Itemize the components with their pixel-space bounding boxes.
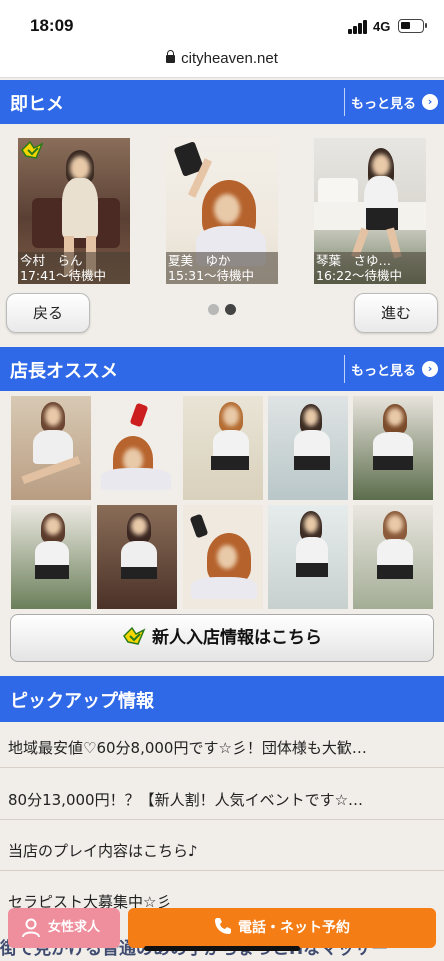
- newcomer-info-button[interactable]: 新人入店情報はこちら: [10, 614, 434, 662]
- card-caption: 琴葉 さゆ… 16:22～待機中: [314, 252, 426, 284]
- signal-icon: [348, 20, 370, 34]
- recommend-photo[interactable]: [97, 505, 177, 609]
- recommend-photo[interactable]: [353, 396, 433, 500]
- pager-dot[interactable]: [208, 304, 219, 315]
- pickup-item[interactable]: 80分13,000円！？【新人割！人気イベントです☆…: [0, 780, 444, 820]
- more-link[interactable]: もっと見る ›: [344, 88, 444, 116]
- recommend-photo[interactable]: [353, 505, 433, 609]
- call-reserve-button[interactable]: 電話・ネット予約: [128, 908, 436, 948]
- pager-dot-active[interactable]: [225, 304, 236, 315]
- person-icon: [22, 918, 40, 938]
- bottom-action-bar: 女性求人 電話・ネット予約: [0, 900, 444, 961]
- call-label: 電話・ネット予約: [238, 920, 350, 936]
- recruit-label: 女性求人: [48, 920, 101, 935]
- home-indicator: [144, 946, 300, 951]
- section-header-recommend: 店長オススメ もっと見る ›: [0, 347, 444, 391]
- battery-icon: [398, 19, 427, 33]
- recommend-photo[interactable]: [268, 505, 348, 609]
- network-type: 4G: [373, 19, 391, 34]
- url-bar[interactable]: cityheaven.net: [0, 44, 444, 78]
- section-title: 即ヒメ: [10, 94, 64, 115]
- back-button[interactable]: 戻る: [6, 293, 90, 333]
- recommend-photo[interactable]: [11, 505, 91, 609]
- section-title: ピックアップ情報: [10, 691, 154, 712]
- pickup-item[interactable]: 地域最安値♡60分8,000円です☆彡！団体様も大歓…: [0, 728, 444, 768]
- girl-name: 今村 らん: [20, 253, 83, 268]
- section-title: 店長オススメ: [10, 361, 118, 382]
- next-button[interactable]: 進む: [354, 293, 438, 333]
- girl-status: 17:41～待機中: [20, 268, 107, 283]
- recommend-photo[interactable]: [183, 505, 263, 609]
- recommend-photo[interactable]: [11, 396, 91, 500]
- lock-icon: [166, 50, 176, 63]
- phone-icon: [215, 918, 231, 934]
- chevron-right-icon: ›: [422, 361, 438, 377]
- status-bar: 18:09 4G: [0, 0, 444, 44]
- more-link[interactable]: もっと見る ›: [344, 355, 444, 383]
- more-label: もっと見る: [351, 97, 417, 112]
- status-time: 18:09: [30, 16, 74, 35]
- newcomer-label: 新人入店情報はこちら: [152, 628, 322, 648]
- section-header-pickup: ピックアップ情報: [0, 676, 444, 722]
- girl-name: 琴葉 さゆ…: [316, 253, 392, 268]
- girl-name: 夏美 ゆか: [168, 253, 231, 268]
- recommend-photo[interactable]: [183, 396, 263, 500]
- girl-card[interactable]: 琴葉 さゆ… 16:22～待機中: [314, 138, 426, 284]
- card-caption: 夏美 ゆか 15:31～待機中: [166, 252, 278, 284]
- recommend-photo[interactable]: [97, 396, 177, 500]
- girl-card[interactable]: 夏美 ゆか 15:31～待機中: [166, 138, 278, 284]
- new-badge-icon: [123, 626, 146, 645]
- girl-status: 16:22～待機中: [316, 268, 403, 283]
- girl-status: 15:31～待機中: [168, 268, 255, 283]
- pickup-item[interactable]: 当店のプレイ内容はこちら♪: [0, 831, 444, 871]
- card-caption: 今村 らん 17:41～待機中: [18, 252, 130, 284]
- new-badge-icon: [21, 140, 44, 159]
- more-label: もっと見る: [351, 364, 417, 379]
- chevron-right-icon: ›: [422, 94, 438, 110]
- recommend-photo[interactable]: [268, 396, 348, 500]
- section-header-instant: 即ヒメ もっと見る ›: [0, 80, 444, 124]
- url-text: cityheaven.net: [181, 50, 278, 67]
- girl-card[interactable]: 今村 らん 17:41～待機中: [18, 138, 130, 284]
- recruit-button[interactable]: 女性求人: [8, 908, 120, 948]
